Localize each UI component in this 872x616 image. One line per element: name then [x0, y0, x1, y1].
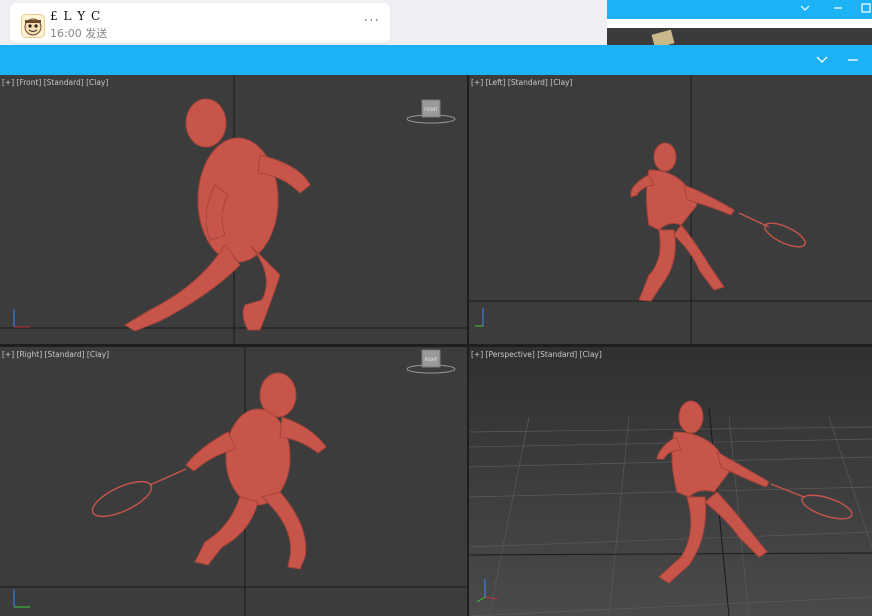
- viewport-style[interactable]: [Clay]: [550, 78, 572, 87]
- chat-status-line: 16:00 发送: [50, 25, 107, 41]
- viewport-left[interactable]: [+] [Left] [Standard] [Clay]: [469, 75, 872, 344]
- character-model: [124, 98, 311, 332]
- view-axis-icon: [475, 308, 484, 327]
- chevron-down-icon[interactable]: [808, 45, 836, 75]
- more-options-icon[interactable]: ···: [364, 13, 380, 29]
- viewport-perspective[interactable]: [+] [Perspective] [Standard] [Clay]: [469, 347, 872, 616]
- chat-contact-name: £ L Y C: [50, 9, 102, 23]
- viewport-style[interactable]: [Clay]: [86, 78, 108, 87]
- viewport-shading[interactable]: [Standard]: [537, 350, 577, 359]
- background-window-content: [607, 28, 872, 49]
- character-model: [630, 142, 735, 302]
- viewport-shading[interactable]: [Standard]: [508, 78, 548, 87]
- svg-text:FRONT: FRONT: [424, 107, 438, 112]
- minimize-icon[interactable]: [827, 0, 849, 19]
- viewport-area: FRONT [+] [Front] [Standard] [Clay] [+] …: [0, 75, 872, 616]
- tennis-racket: [91, 468, 187, 518]
- viewport-view-name[interactable]: [Front]: [17, 78, 42, 87]
- viewport-label[interactable]: [+] [Left] [Standard] [Clay]: [471, 78, 572, 87]
- chat-time: 16:00: [50, 27, 82, 40]
- viewport-front[interactable]: FRONT [+] [Front] [Standard] [Clay]: [0, 75, 467, 344]
- viewport-style[interactable]: [Clay]: [580, 350, 602, 359]
- viewport-menu[interactable]: [+]: [471, 350, 483, 359]
- maximize-icon[interactable]: [855, 0, 872, 19]
- tennis-racket: [738, 212, 806, 248]
- viewcube-icon[interactable]: FRONT: [406, 99, 456, 124]
- svg-text:RIGHT: RIGHT: [425, 357, 438, 362]
- chevron-down-icon[interactable]: [794, 0, 816, 19]
- viewcube-icon[interactable]: RIGHT: [406, 349, 456, 374]
- view-axis-icon: [13, 309, 30, 328]
- viewport-style[interactable]: [Clay]: [87, 350, 109, 359]
- character-model: [185, 372, 327, 570]
- left-view-canvas: [469, 75, 872, 344]
- viewport-view-name[interactable]: [Right]: [17, 350, 43, 359]
- chat-status: 发送: [85, 27, 108, 40]
- viewport-menu[interactable]: [+]: [471, 78, 483, 87]
- background-window-titlebar: [607, 0, 872, 19]
- viewport-shading[interactable]: [Standard]: [45, 350, 85, 359]
- avatar: [21, 14, 45, 38]
- main-window-titlebar[interactable]: [0, 45, 872, 75]
- chat-notification-card[interactable]: £ L Y C 16:00 发送 ···: [10, 3, 390, 43]
- viewport-label[interactable]: [+] [Right] [Standard] [Clay]: [2, 350, 109, 359]
- viewport-view-name[interactable]: [Left]: [486, 78, 506, 87]
- viewport-view-name[interactable]: [Perspective]: [486, 350, 535, 359]
- viewport-shading[interactable]: [Standard]: [44, 78, 84, 87]
- front-view-canvas: FRONT: [0, 75, 467, 344]
- background-window: [607, 0, 872, 49]
- view-axis-icon: [13, 589, 30, 608]
- viewport-label[interactable]: [+] [Perspective] [Standard] [Clay]: [471, 350, 602, 359]
- viewport-right[interactable]: RIGHT [+] [Right] [Standard] [Clay]: [0, 347, 467, 616]
- viewport-menu[interactable]: [+]: [2, 350, 14, 359]
- perspective-view-canvas: [469, 347, 872, 616]
- minimize-icon[interactable]: [839, 45, 867, 75]
- viewport-menu[interactable]: [+]: [2, 78, 14, 87]
- viewport-label[interactable]: [+] [Front] [Standard] [Clay]: [2, 78, 108, 87]
- right-view-canvas: RIGHT: [0, 347, 467, 616]
